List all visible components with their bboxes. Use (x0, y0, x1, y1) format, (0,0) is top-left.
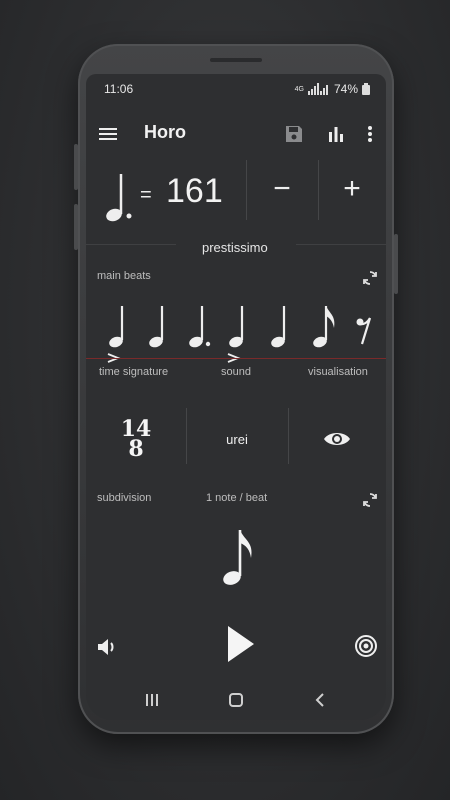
time-signature-denominator: 8 (128, 436, 144, 462)
beat-dotted-quarter-note[interactable] (182, 302, 212, 372)
back-icon[interactable] (308, 690, 332, 710)
main-beats-bar (94, 270, 378, 363)
playback-progress-line (86, 358, 386, 359)
battery-percent: 74% (333, 82, 358, 96)
time-signature-label: time signature (99, 366, 169, 378)
sound-button[interactable]: urei (186, 404, 288, 474)
visualisation-label: visualisation (308, 366, 368, 378)
volume-icon[interactable] (96, 636, 118, 658)
playback-controls (86, 622, 386, 672)
network-label: 4G (294, 85, 304, 93)
bar-chart-icon[interactable] (324, 122, 348, 146)
tempo-row: = 161 − + (86, 160, 386, 240)
subdivision-label: subdivision (97, 492, 152, 504)
beat-quarter-note[interactable] (222, 302, 252, 372)
beat-eighth-rest[interactable] (348, 302, 378, 372)
divider (296, 244, 386, 245)
visualisation-button[interactable] (288, 404, 386, 474)
system-nav-bar (86, 682, 386, 718)
time-signature: 14 8 (121, 418, 152, 462)
app-title: Horo (144, 122, 186, 142)
home-icon[interactable] (224, 690, 248, 710)
battery-icon (362, 83, 370, 95)
beat-quarter-note[interactable] (102, 302, 132, 372)
save-icon[interactable] (282, 122, 306, 146)
recent-apps-icon[interactable] (140, 690, 164, 710)
divider (86, 244, 176, 245)
subdivision-eighth-note[interactable] (220, 526, 254, 592)
earpiece-speaker (210, 58, 262, 62)
beat-quarter-note[interactable] (264, 302, 294, 372)
sound-value: urei (226, 431, 248, 447)
divider (246, 160, 247, 220)
phone-frame: 11:06 4G 74% Horo = 161 − + prestissimo … (74, 44, 398, 734)
tempo-equals: = (140, 184, 152, 206)
settings-labels: time signature sound visualisation (86, 366, 386, 386)
sync-subdivision-icon[interactable] (362, 492, 378, 508)
bpm-value[interactable]: 161 (166, 172, 223, 211)
more-vertical-icon[interactable] (358, 122, 382, 146)
decrease-tempo-button[interactable]: − (268, 172, 296, 206)
dotted-half-note-icon[interactable] (100, 170, 134, 224)
menu-icon[interactable] (96, 122, 120, 146)
subdivision-value: 1 note / beat (206, 492, 268, 504)
beat-eighth-note[interactable] (306, 302, 336, 372)
subdivision-row: subdivision 1 note / beat (86, 492, 386, 512)
app-bar: Horo (86, 110, 386, 158)
divider (318, 160, 319, 220)
status-bar: 11:06 4G 74% (104, 82, 370, 98)
app-screen: 11:06 4G 74% Horo = 161 − + prestissimo … (86, 74, 386, 720)
power-key (394, 234, 398, 294)
signal-icon (307, 83, 328, 95)
bixby-key (74, 204, 78, 250)
volume-key (74, 144, 78, 190)
target-icon[interactable] (354, 634, 378, 658)
status-icons: 4G 74% (295, 82, 370, 96)
status-time: 11:06 (104, 82, 134, 96)
play-icon[interactable] (224, 624, 256, 664)
time-signature-button[interactable]: 14 8 (86, 404, 186, 474)
sound-label: sound (221, 366, 251, 378)
increase-tempo-button[interactable]: + (338, 172, 366, 206)
eye-icon (324, 433, 350, 445)
settings-row: 14 8 urei (86, 404, 386, 474)
beat-quarter-note[interactable] (142, 302, 172, 372)
tempo-name: prestissimo (202, 240, 268, 255)
